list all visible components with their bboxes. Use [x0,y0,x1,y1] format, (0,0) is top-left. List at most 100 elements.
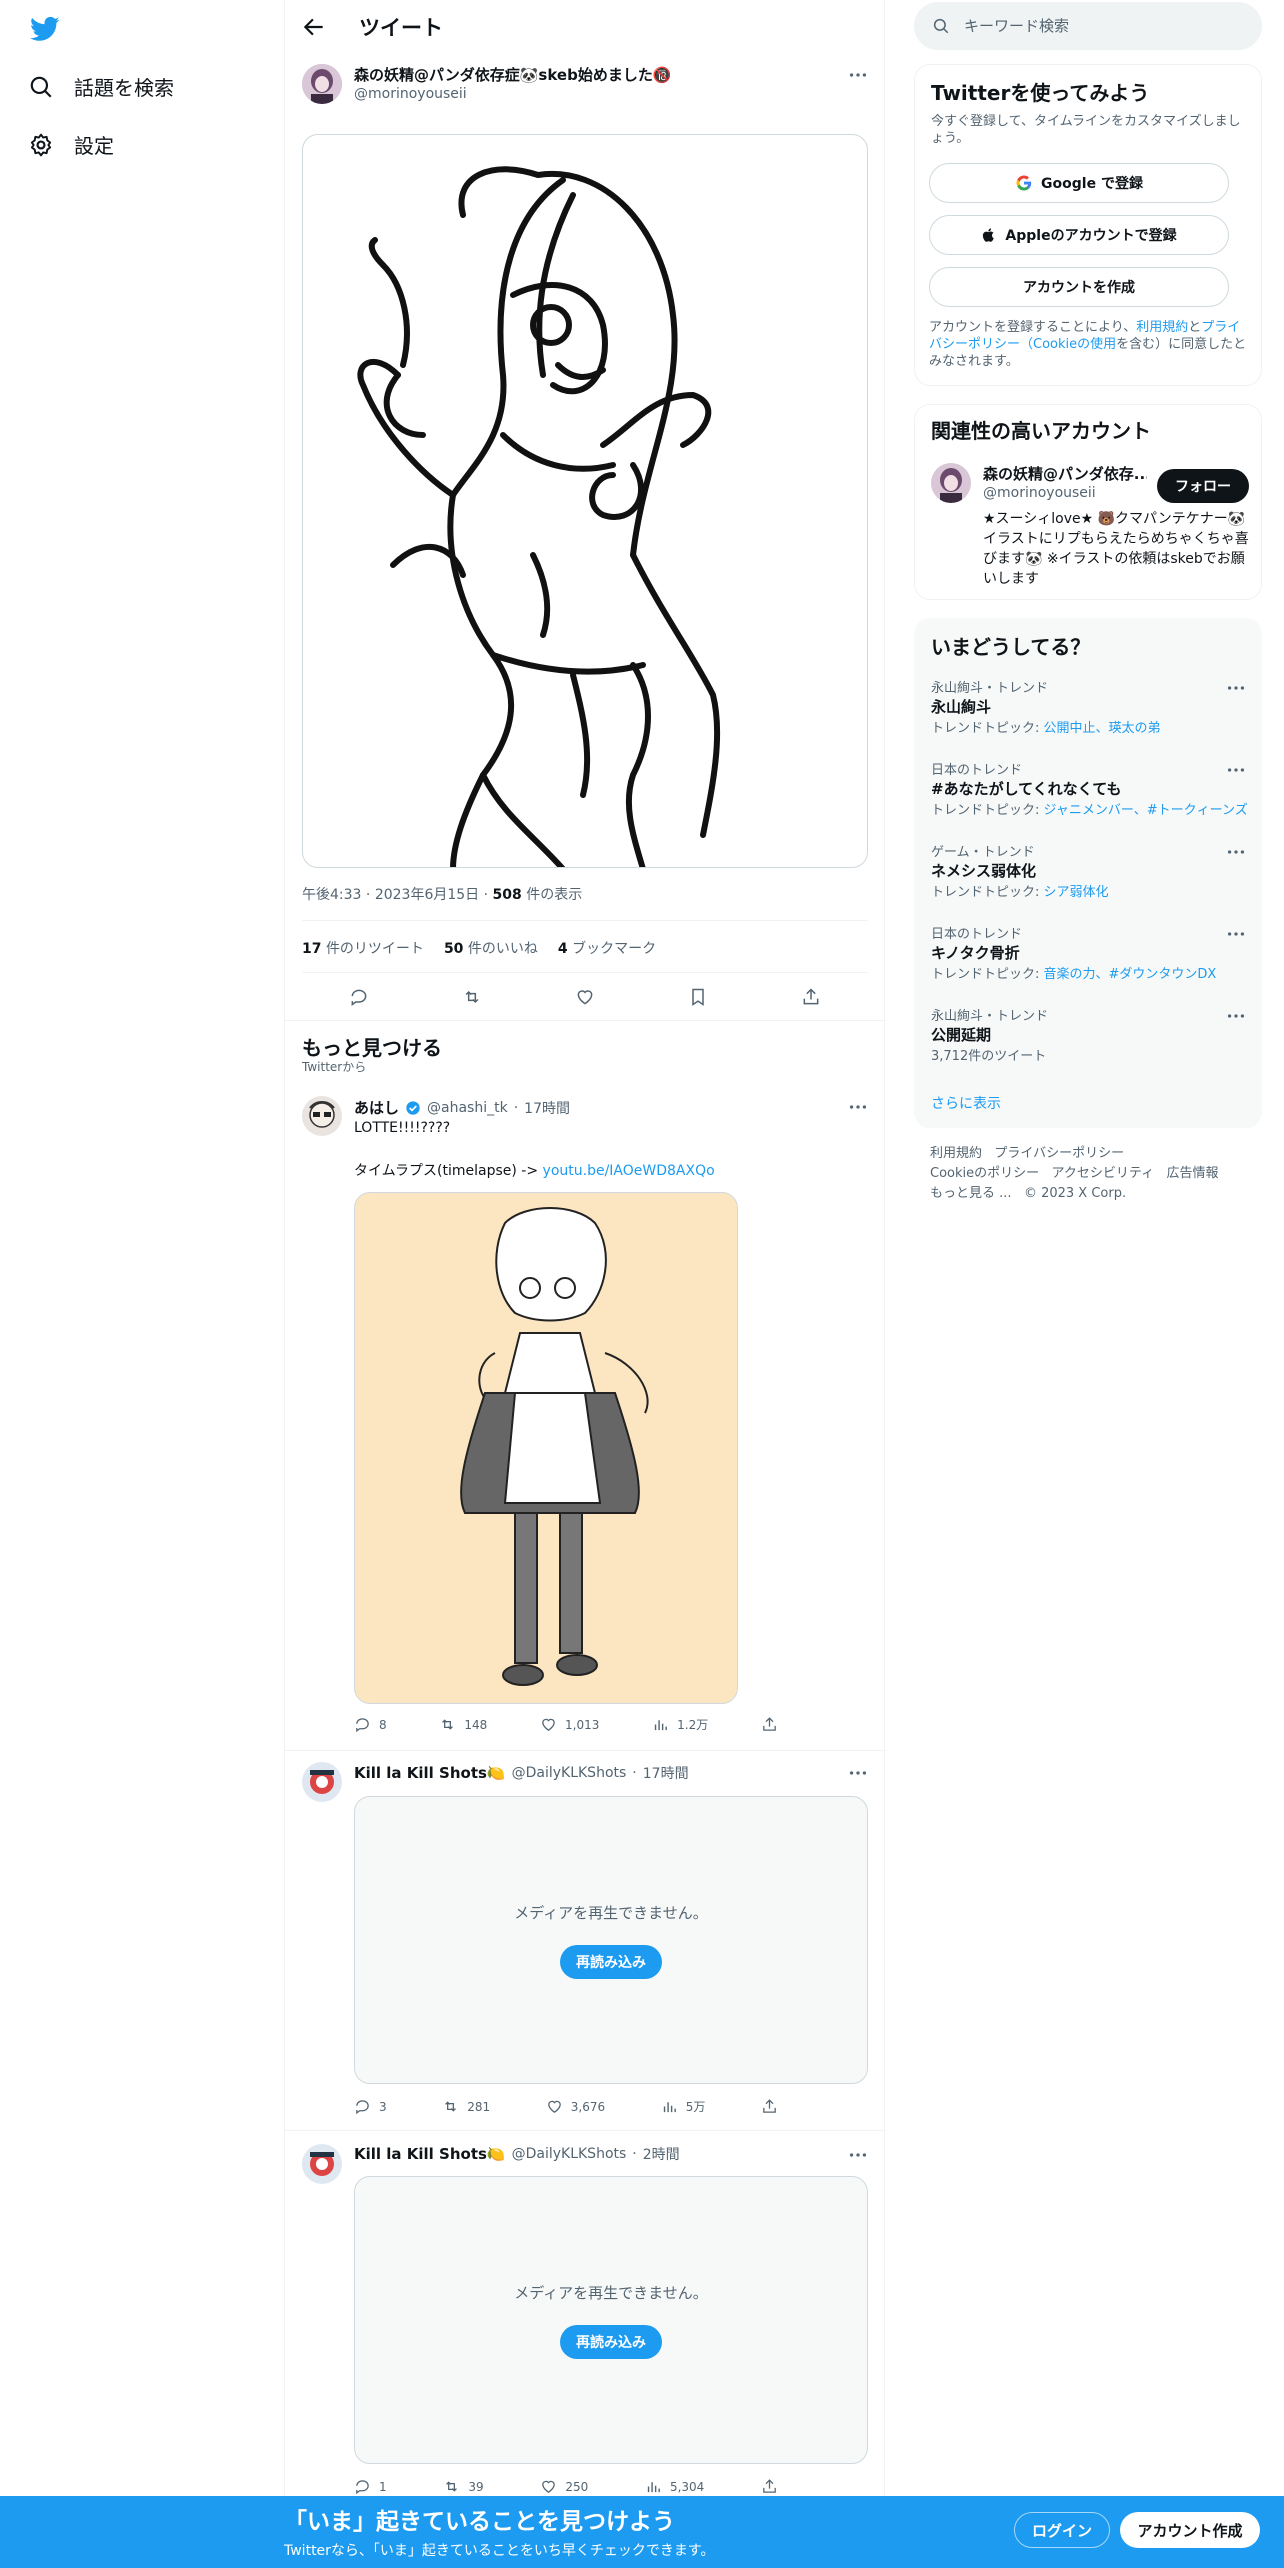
reply-icon[interactable] [349,987,369,1007]
tweet-author-name[interactable]: 森の妖精@パンダ依存症🐼skeb始めました🔞 [354,64,672,85]
footer-link[interactable]: もっと見る ... [930,1186,1012,1201]
avatar[interactable] [302,1762,342,1802]
more-options-icon[interactable] [1225,841,1247,863]
divider [285,2130,886,2131]
share-icon[interactable] [801,987,821,1007]
trend-item[interactable]: 日本のトレンド #あなたがしてくれなくても トレンドトピック: ジャニメンバー、… [931,759,1261,818]
more-options-icon[interactable] [847,2144,869,2166]
more-options-icon[interactable] [1225,1005,1247,1027]
back-arrow-icon[interactable] [301,14,327,40]
trend-item[interactable]: 日本のトレンド キノタク骨折 トレンドトピック: 音楽の力、#ダウンタウンDX [931,923,1247,982]
views-label: 件の表示 [526,887,583,903]
footer-link[interactable]: アクセシビリティ [1052,1166,1155,1181]
feed-author-name[interactable]: あはし [354,1097,399,1118]
feed-link[interactable]: youtu.be/IAOeWD8AXQo [543,1163,715,1179]
signup-title: Twitterを使ってみよう [931,81,1150,105]
more-options-icon[interactable] [847,1762,869,1784]
sidebar-item-settings[interactable]: 設定 [28,130,114,159]
trend-item[interactable]: 永山絢斗・トレンド 永山絢斗 トレンドトピック: 公開中止、瑛太の弟 [931,677,1247,736]
tweet-author-handle[interactable]: @morinoyouseii [354,86,467,102]
retweet-icon [442,1719,454,1730]
share-stat[interactable] [761,2478,778,2495]
reload-button[interactable]: 再読み込み [560,2324,662,2359]
more-options-icon[interactable] [847,64,869,86]
avatar[interactable] [302,2144,342,2184]
more-options-icon[interactable] [1225,923,1247,945]
sidebar-item-explore[interactable]: 話題を検索 [28,72,174,101]
trend-name: キノタク骨折 [931,944,1020,962]
tweet-date[interactable]: 2023年6月15日 [375,887,479,903]
show-more-link[interactable]: さらに表示 [931,1093,1001,1113]
views-count: 5万 [685,2100,706,2114]
trend-topics-link[interactable]: 音楽の力、#ダウンタウンDX [1044,967,1217,982]
retweet-stat[interactable]: 281 [442,2098,490,2115]
footer-links: 利用規約 プライバシーポリシー Cookieのポリシー アクセシビリティ 広告情… [930,1144,1250,1204]
login-button[interactable]: ログイン [1014,2512,1110,2548]
footer-link[interactable]: 利用規約 [930,1146,982,1161]
reply-stat[interactable]: 8 [354,1716,387,1733]
avatar[interactable] [302,64,342,104]
relevant-account-handle[interactable]: @morinoyouseii [983,485,1096,501]
bookmarks-stat[interactable]: 4 ブックマーク [558,938,656,958]
retweet-stat[interactable]: 39 [443,2478,484,2495]
divider [302,972,868,973]
retweet-stat[interactable]: 148 [439,1716,487,1733]
footer-link[interactable]: Cookieのポリシー [930,1166,1039,1181]
feed-time[interactable]: 17時間 [524,1098,570,1118]
like-stat[interactable]: 250 [540,2478,588,2495]
apple-signup-button[interactable]: Appleのアカウントで登録 [929,215,1229,255]
feed-time[interactable]: 17時間 [643,1763,689,1783]
share-stat[interactable] [761,2098,778,2115]
feed-separator: · [632,2146,637,2162]
more-options-icon[interactable] [1225,677,1247,699]
feed-author-handle[interactable]: @DailyKLKShots [512,1765,627,1781]
trend-topics-link[interactable]: ジャニメンバー、#トークィーンズ [1044,803,1248,818]
avatar[interactable] [931,463,971,503]
terms-link[interactable]: 利用規約 [1136,320,1188,335]
footer-link[interactable]: プライバシーポリシー [994,1146,1124,1161]
avatar[interactable] [302,1096,342,1136]
views-stat[interactable]: 5,304 [645,2478,704,2495]
trend-name: ネメシス弱体化 [931,862,1037,880]
feed-image[interactable] [354,1192,738,1704]
tweet-image[interactable] [302,134,868,868]
search-input[interactable] [964,17,1234,35]
like-stat[interactable]: 1,013 [540,1716,599,1733]
tweet-time[interactable]: 午後4:33 [302,887,361,903]
feed-author-handle[interactable]: @ahashi_tk [427,1100,508,1116]
signup-terms: アカウントを登録することにより、利用規約とプライバシーポリシー（Cookieの使… [929,319,1249,370]
trend-item[interactable]: 永山絢斗・トレンド 公開延期 3,712件のツイート [931,1005,1247,1064]
google-signup-button[interactable]: Google で登録 [929,163,1229,203]
feed-author-handle[interactable]: @DailyKLKShots [512,2146,627,2162]
feed-author-name[interactable]: Kill la Kill Shots🍋 [354,2145,506,2163]
feed-time[interactable]: 2時間 [643,2144,680,2164]
views-stat[interactable]: 5万 [661,2098,706,2115]
trend-topics-link[interactable]: シア弱体化 [1044,885,1109,900]
follow-button[interactable]: フォロー [1157,469,1249,503]
reload-button[interactable]: 再読み込み [560,1944,662,1979]
reply-stat[interactable]: 3 [354,2098,387,2115]
twitter-bird-icon[interactable] [28,14,62,44]
views-stat[interactable]: 1.2万 [652,1716,708,1733]
footer-link[interactable]: 広告情報 [1167,1166,1219,1181]
feed-author-name[interactable]: Kill la Kill Shots🍋 [354,1764,506,1782]
feed-text: LOTTE!!!!???? [354,1120,451,1136]
more-options-icon[interactable] [1225,759,1247,781]
relevant-account-name[interactable]: 森の妖精@パンダ依存... [983,463,1147,484]
more-options-icon[interactable] [847,1096,869,1118]
likes-stat[interactable]: 50 件のいいね [444,938,538,958]
like-icon[interactable] [575,987,595,1007]
trend-topics-link[interactable]: 公開中止、瑛太の弟 [1044,721,1161,736]
retweets-stat[interactable]: 17 件のリツイート [302,938,424,958]
create-account-button[interactable]: アカウントを作成 [929,267,1229,307]
signup-button[interactable]: アカウント作成 [1120,2512,1260,2548]
reply-stat[interactable]: 1 [354,2478,387,2495]
search-bar[interactable] [914,2,1262,50]
share-stat[interactable] [761,1716,778,1733]
feed-item-header: Kill la Kill Shots🍋 @DailyKLKShots · 2時間 [354,2144,680,2164]
retweet-icon[interactable] [462,987,482,1007]
like-stat[interactable]: 3,676 [546,2098,605,2115]
trend-item[interactable]: ゲーム・トレンド ネメシス弱体化 トレンドトピック: シア弱体化 [931,841,1247,900]
bookmark-icon[interactable] [688,987,708,1007]
retweet-count: 148 [464,1717,488,1732]
